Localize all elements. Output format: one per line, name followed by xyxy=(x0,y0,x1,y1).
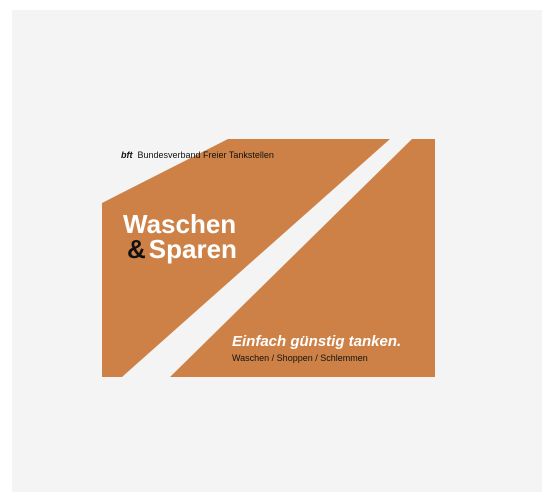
organization-name: Bundesverband Freier Tankstellen xyxy=(137,150,274,160)
organization-abbreviation: bft xyxy=(121,150,133,160)
services-subline: Waschen / Shoppen / Schlemmen xyxy=(232,353,368,363)
advertisement-banner xyxy=(102,139,435,377)
headline-word-2: Sparen xyxy=(148,234,237,264)
headline-ampersand: & xyxy=(127,234,146,264)
headline-line-2: & Sparen xyxy=(127,236,237,262)
slogan: Einfach günstig tanken. xyxy=(232,333,402,350)
header-organization: bft Bundesverband Freier Tankstellen xyxy=(121,150,274,160)
page: bft Bundesverband Freier Tankstellen Wasc… xyxy=(0,0,544,500)
